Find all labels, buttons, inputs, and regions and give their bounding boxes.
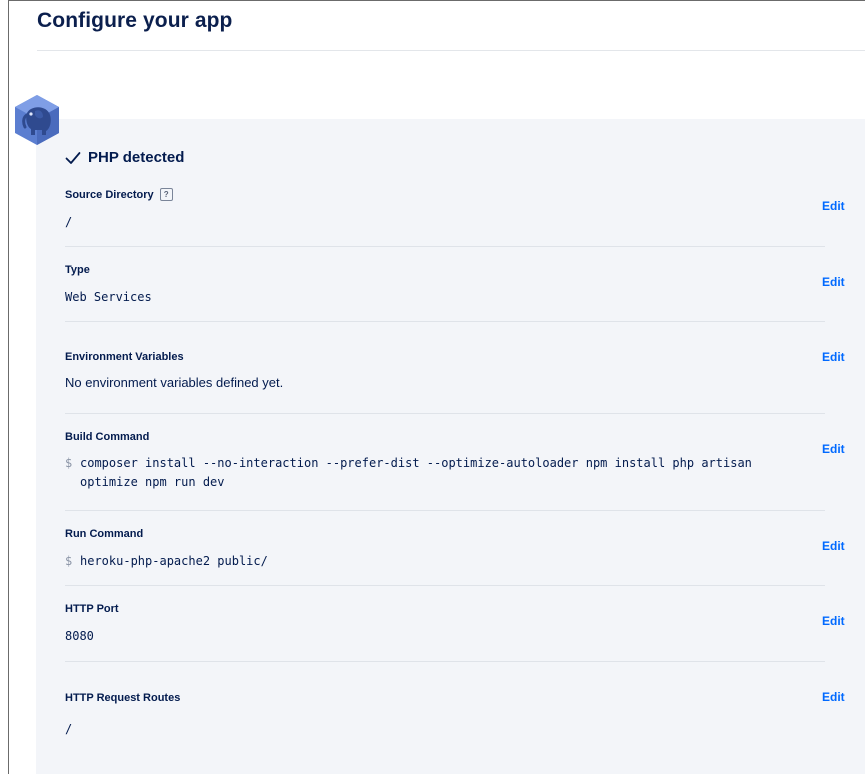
edit-http-request-routes-link[interactable]: Edit xyxy=(822,690,845,704)
type-section: Type Web Services xyxy=(65,264,825,307)
edit-http-port-link[interactable]: Edit xyxy=(822,614,845,628)
section-divider xyxy=(65,321,825,322)
run-command-value: heroku-php-apache2 public/ xyxy=(80,554,268,568)
page-title: Configure your app xyxy=(37,9,233,32)
run-command-label: Run Command xyxy=(65,528,144,540)
build-command-section: Build Command $ composer install --no-in… xyxy=(65,431,825,492)
environment-variables-label: Environment Variables xyxy=(65,351,184,363)
edit-build-command-link[interactable]: Edit xyxy=(822,442,845,456)
edit-type-link[interactable]: Edit xyxy=(822,275,845,289)
build-command-value: composer install --no-interaction --pref… xyxy=(80,456,752,489)
component-detected-heading: PHP detected xyxy=(65,149,184,166)
prompt-symbol: $ xyxy=(65,456,73,470)
type-label: Type xyxy=(65,264,90,276)
section-divider xyxy=(65,510,825,511)
http-request-routes-label: HTTP Request Routes xyxy=(65,692,181,704)
http-request-routes-section: HTTP Request Routes / xyxy=(65,692,825,739)
environment-variables-section: Environment Variables No environment var… xyxy=(65,351,825,392)
section-divider xyxy=(65,413,825,414)
run-command-section: Run Command $ heroku-php-apache2 public/ xyxy=(65,528,825,571)
http-port-label: HTTP Port xyxy=(65,603,119,615)
environment-variables-value: No environment variables defined yet. xyxy=(65,375,284,390)
prompt-symbol: $ xyxy=(65,554,73,568)
section-divider xyxy=(65,246,825,247)
section-divider xyxy=(65,585,825,586)
http-request-routes-value: / xyxy=(65,722,73,736)
build-command-label: Build Command xyxy=(65,431,150,443)
checkmark-icon xyxy=(65,151,81,165)
http-port-section: HTTP Port 8080 xyxy=(65,603,825,646)
edit-environment-variables-link[interactable]: Edit xyxy=(822,350,845,364)
source-directory-label: Source Directory xyxy=(65,188,154,201)
edit-source-directory-link[interactable]: Edit xyxy=(822,199,845,213)
edit-run-command-link[interactable]: Edit xyxy=(822,539,845,553)
detected-label: PHP detected xyxy=(88,149,185,166)
source-directory-section: Source Directory ? / xyxy=(65,188,825,232)
section-divider xyxy=(65,661,825,662)
type-value: Web Services xyxy=(65,290,152,304)
http-port-value: 8080 xyxy=(65,629,94,643)
source-directory-value: / xyxy=(65,215,73,229)
title-divider xyxy=(37,50,865,51)
php-elephant-icon xyxy=(13,93,61,147)
help-icon[interactable]: ? xyxy=(159,188,173,201)
